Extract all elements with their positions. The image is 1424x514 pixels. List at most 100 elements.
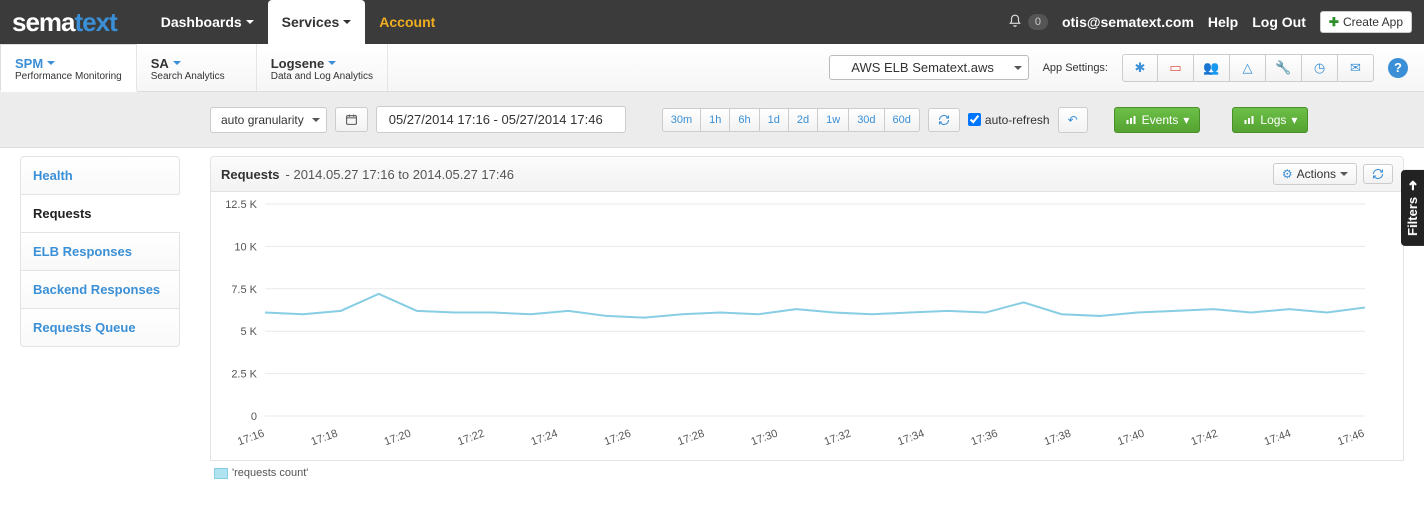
svg-text:7.5 K: 7.5 K xyxy=(231,284,257,296)
service-logsene[interactable]: Logsene Data and Log Analytics xyxy=(257,44,388,91)
range-1h[interactable]: 1h xyxy=(701,108,730,132)
app-settings-label: App Settings: xyxy=(1043,62,1108,74)
user-email[interactable]: otis@sematext.com xyxy=(1062,14,1194,30)
time-toolbar: auto granularity 05/27/2014 17:16 - 05/2… xyxy=(0,92,1424,148)
svg-text:17:24: 17:24 xyxy=(529,428,559,449)
svg-text:17:16: 17:16 xyxy=(236,428,266,449)
svg-text:17:38: 17:38 xyxy=(1043,428,1073,449)
svg-text:17:40: 17:40 xyxy=(1116,428,1146,449)
sidemenu-requests[interactable]: Requests xyxy=(20,194,180,233)
range-60d[interactable]: 60d xyxy=(885,108,920,132)
settings-wrench-icon[interactable]: 🔧 xyxy=(1266,54,1302,82)
svg-text:5 K: 5 K xyxy=(240,326,257,338)
chart-body: 0 2.5 K 5 K 7.5 K 10 K 12.5 K 17:16 17:18 17:20 1… xyxy=(210,192,1404,461)
chart-legend: 'requests count' xyxy=(210,461,1404,485)
settings-gauge-icon[interactable]: ◷ xyxy=(1302,54,1338,82)
nav-logout[interactable]: Log Out xyxy=(1252,14,1306,30)
chevron-down-icon: ▾ xyxy=(1183,113,1189,127)
nav-services[interactable]: Services xyxy=(268,0,366,44)
logo-text: text xyxy=(75,7,117,38)
chart-header: Requests - 2014.05.27 17:16 to 2014.05.2… xyxy=(210,156,1404,192)
side-menu: Health Requests ELB Responses Backend Re… xyxy=(20,156,180,347)
range-30d[interactable]: 30d xyxy=(849,108,884,132)
range-30m[interactable]: 30m xyxy=(662,108,701,132)
svg-text:10 K: 10 K xyxy=(234,241,257,253)
chart-panel: Requests - 2014.05.27 17:16 to 2014.05.2… xyxy=(210,156,1404,485)
logs-button[interactable]: Logs ▾ xyxy=(1232,107,1308,133)
arrow-left-icon: ➜ xyxy=(1405,180,1420,191)
range-1w[interactable]: 1w xyxy=(818,108,849,132)
sidemenu-elb-responses[interactable]: ELB Responses xyxy=(20,232,180,271)
help-icon[interactable]: ? xyxy=(1388,58,1408,78)
svg-text:17:26: 17:26 xyxy=(603,428,633,449)
svg-text:0: 0 xyxy=(251,411,257,423)
settings-mail-icon[interactable]: ✉ xyxy=(1338,54,1374,82)
legend-swatch xyxy=(214,468,228,479)
chart-refresh-button[interactable] xyxy=(1363,164,1393,184)
main-area: Health Requests ELB Responses Backend Re… xyxy=(0,148,1424,505)
svg-text:17:46: 17:46 xyxy=(1336,428,1366,449)
svg-text:17:20: 17:20 xyxy=(383,428,413,449)
svg-text:17:34: 17:34 xyxy=(896,428,926,449)
auto-refresh-toggle[interactable]: auto-refresh xyxy=(968,113,1050,127)
settings-card-icon[interactable]: ▭ xyxy=(1158,54,1194,82)
service-nav: SPM Performance Monitoring SA Search Ana… xyxy=(0,44,1424,92)
settings-users-icon[interactable]: 👥 xyxy=(1194,54,1230,82)
svg-text:2.5 K: 2.5 K xyxy=(231,369,257,381)
caret-icon xyxy=(1340,172,1348,176)
gears-icon: ⚙ xyxy=(1282,167,1293,181)
auto-refresh-checkbox[interactable] xyxy=(968,113,981,126)
svg-text:17:18: 17:18 xyxy=(309,428,339,449)
notif-count: 0 xyxy=(1028,14,1048,30)
caret-icon xyxy=(47,61,55,65)
svg-text:17:22: 17:22 xyxy=(456,428,486,449)
date-range-display[interactable]: 05/27/2014 17:16 - 05/27/2014 17:46 xyxy=(376,106,626,133)
svg-text:17:42: 17:42 xyxy=(1189,428,1219,449)
service-sa[interactable]: SA Search Analytics xyxy=(137,44,257,91)
caret-icon xyxy=(343,20,351,24)
svg-text:17:28: 17:28 xyxy=(676,428,706,449)
caret-icon xyxy=(246,20,254,24)
create-app-button[interactable]: ✚Create App xyxy=(1320,11,1412,33)
nav-account[interactable]: Account xyxy=(365,2,449,42)
settings-bell-icon[interactable]: △ xyxy=(1230,54,1266,82)
top-nav: sematext Dashboards Services Account 0 o… xyxy=(0,0,1424,44)
svg-text:17:44: 17:44 xyxy=(1263,428,1293,449)
undo-button[interactable]: ↶ xyxy=(1058,107,1088,133)
service-spm[interactable]: SPM Performance Monitoring xyxy=(0,44,137,92)
svg-text:17:32: 17:32 xyxy=(823,428,853,449)
filters-tab[interactable]: Filters ➜ xyxy=(1401,170,1424,246)
app-selector[interactable]: AWS ELB Sematext.aws xyxy=(829,55,1029,80)
range-2d[interactable]: 2d xyxy=(789,108,818,132)
svg-text:12.5 K: 12.5 K xyxy=(225,199,257,211)
quick-range-row: 30m 1h 6h 1d 2d 1w 30d 60d xyxy=(662,108,920,132)
logo-sema: sema xyxy=(12,7,75,38)
chevron-down-icon: ▾ xyxy=(1291,113,1297,127)
nav-help[interactable]: Help xyxy=(1208,14,1238,30)
sidemenu-health[interactable]: Health xyxy=(20,156,180,195)
chart-actions-button[interactable]: ⚙ Actions xyxy=(1273,163,1357,185)
bell-icon xyxy=(1008,14,1022,31)
events-button[interactable]: Events ▾ xyxy=(1114,107,1201,133)
app-settings-icons: ✱ ▭ 👥 △ 🔧 ◷ ✉ xyxy=(1122,54,1374,82)
caret-icon xyxy=(328,61,336,65)
plus-icon: ✚ xyxy=(1329,15,1339,29)
range-1d[interactable]: 1d xyxy=(760,108,789,132)
requests-chart: 0 2.5 K 5 K 7.5 K 10 K 12.5 K 17:16 17:18 17:20 1… xyxy=(215,196,1375,456)
range-6h[interactable]: 6h xyxy=(730,108,759,132)
sidemenu-backend-responses[interactable]: Backend Responses xyxy=(20,270,180,309)
svg-text:17:30: 17:30 xyxy=(749,428,779,449)
nav-dashboards[interactable]: Dashboards xyxy=(147,2,268,42)
calendar-button[interactable] xyxy=(335,107,368,132)
logo[interactable]: sematext xyxy=(12,7,117,38)
granularity-dropdown[interactable]: auto granularity xyxy=(210,107,327,133)
caret-icon xyxy=(173,61,181,65)
sidemenu-requests-queue[interactable]: Requests Queue xyxy=(20,308,180,347)
settings-gear-icon[interactable]: ✱ xyxy=(1122,54,1158,82)
refresh-button[interactable] xyxy=(928,108,960,132)
notifications[interactable]: 0 xyxy=(1008,14,1048,31)
chart-title: Requests xyxy=(221,167,280,182)
legend-label: 'requests count' xyxy=(232,467,308,479)
chart-subtitle: - 2014.05.27 17:16 to 2014.05.27 17:46 xyxy=(286,167,514,182)
svg-text:17:36: 17:36 xyxy=(969,428,999,449)
